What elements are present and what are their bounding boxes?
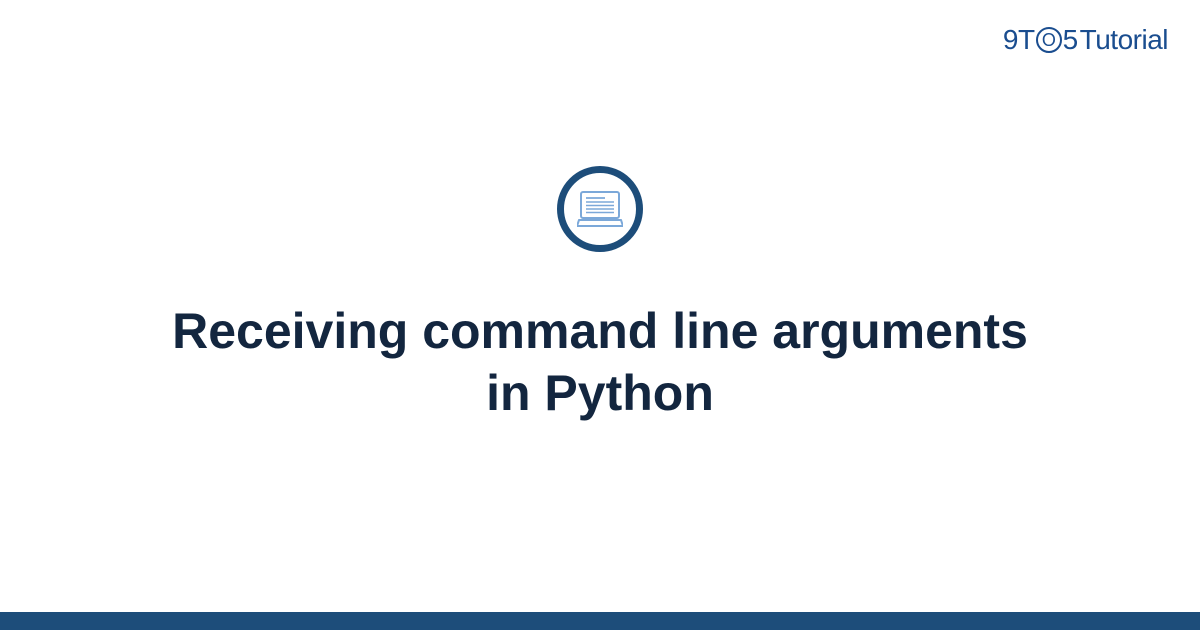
footer-bar: [0, 612, 1200, 630]
logo-part-tutorial: Tutorial: [1080, 24, 1168, 56]
logo-part-t: T: [1018, 24, 1035, 56]
logo-part-5: 5: [1063, 24, 1078, 56]
page-title: Receiving command line arguments in Pyth…: [150, 300, 1050, 425]
logo-circle-o: O: [1036, 27, 1062, 53]
laptop-icon: [577, 190, 623, 228]
icon-circle: [557, 166, 643, 252]
logo-part-9: 9: [1003, 24, 1018, 56]
main-content: Receiving command line arguments in Pyth…: [0, 0, 1200, 630]
site-logo: 9 T O 5 Tutorial: [1003, 24, 1168, 56]
